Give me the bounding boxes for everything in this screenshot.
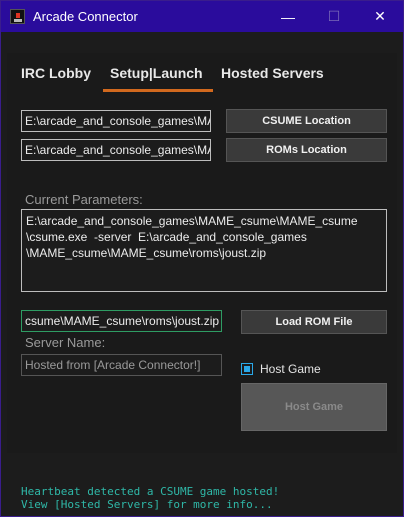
status-line-1: Heartbeat detected a CSUME game hosted! <box>21 485 280 498</box>
minimize-button[interactable]: — <box>265 1 311 32</box>
roms-path-field[interactable]: E:\arcade_and_console_games\MAME_csume\M… <box>21 139 211 161</box>
arcade-cabinet-icon <box>10 9 25 24</box>
close-button[interactable]: ✕ <box>357 1 403 32</box>
roms-location-button[interactable]: ROMs Location <box>226 138 387 162</box>
tab-bar: IRC Lobby Setup|Launch Hosted Servers <box>7 53 397 93</box>
host-game-button[interactable]: Host Game <box>241 383 387 431</box>
csume-location-button[interactable]: CSUME Location <box>226 109 387 133</box>
status-line-2: View [Hosted Servers] for more info... <box>21 498 273 511</box>
tab-setup-launch[interactable]: Setup|Launch <box>110 65 203 81</box>
maximize-button[interactable]: ☐ <box>311 1 357 32</box>
window-title: Arcade Connector <box>33 9 138 24</box>
csume-path-field[interactable]: E:\arcade_and_console_games\MAME_csume\M… <box>21 110 211 132</box>
current-parameters-box[interactable]: E:\arcade_and_console_games\MAME_csume\M… <box>21 209 387 292</box>
app-window: Arcade Connector — ☐ ✕ IRC Lobby Setup|L… <box>0 0 404 517</box>
server-name-label: Server Name: <box>25 335 106 350</box>
rom-file-field[interactable]: csume\MAME_csume\roms\joust.zip <box>21 310 222 332</box>
server-name-field[interactable]: Hosted from [Arcade Connector!] <box>21 354 222 376</box>
host-game-checkbox-label[interactable]: Host Game <box>260 362 321 376</box>
current-parameters-label: Current Parameters: <box>25 192 143 207</box>
host-game-checkbox[interactable] <box>241 363 253 375</box>
tab-hosted-servers[interactable]: Hosted Servers <box>221 65 324 81</box>
title-bar: Arcade Connector — ☐ ✕ <box>1 1 403 32</box>
active-tab-indicator <box>103 89 213 92</box>
load-rom-file-button[interactable]: Load ROM File <box>241 310 387 334</box>
tab-irc-lobby[interactable]: IRC Lobby <box>21 65 91 81</box>
status-message: Heartbeat detected a CSUME game hosted! … <box>21 485 279 511</box>
